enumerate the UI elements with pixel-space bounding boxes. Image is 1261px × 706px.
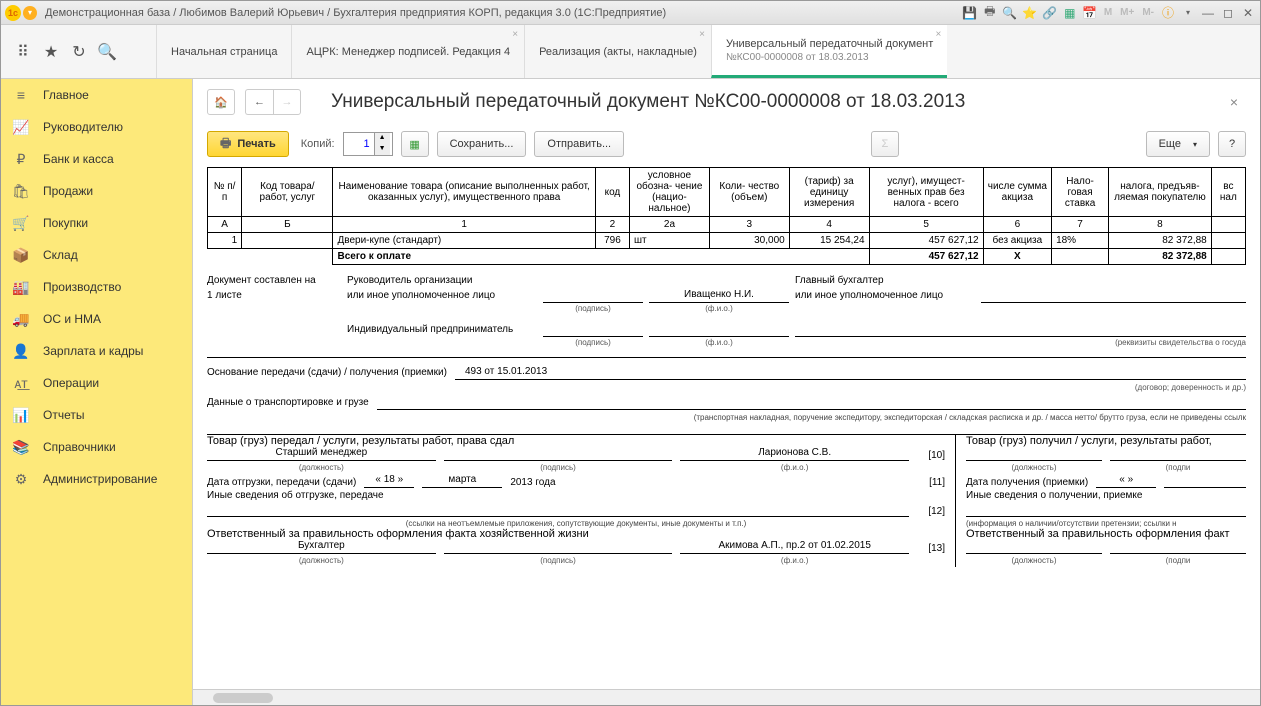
- system-icons: 💾 🖶 🔍 ⭐ 🔗 ▦ 📅 M M+ M- ⓘ ▾ — ◻ ✕: [962, 5, 1256, 21]
- home-button[interactable]: 🏠: [207, 89, 235, 115]
- factory-icon: 🏭: [13, 279, 29, 295]
- sum-button[interactable]: Σ: [871, 131, 899, 157]
- horizontal-scrollbar[interactable]: [193, 689, 1260, 705]
- printer-icon: 🖶: [220, 134, 231, 155]
- sidebar-item-sales[interactable]: 🛍Продажи: [1, 175, 192, 207]
- tab-signature-manager[interactable]: АЦРК: Менеджер подписей. Редакция 4×: [291, 25, 524, 78]
- menu-icon: ≡: [13, 87, 29, 103]
- action-bar: 🖶Печать Копий: ▲▼ ▦ Сохранить... Отправи…: [193, 125, 1260, 163]
- cart-icon: 🛒: [13, 215, 29, 231]
- tab-realization[interactable]: Реализация (акты, накладные)×: [524, 25, 711, 78]
- back-button[interactable]: ←: [245, 89, 273, 115]
- search-icon[interactable]: 🔍: [97, 42, 117, 62]
- info-dropdown[interactable]: ▾: [1180, 5, 1196, 21]
- settings-button[interactable]: ▦: [401, 131, 429, 157]
- truck-icon: 🚚: [13, 311, 29, 327]
- person-icon: 👤: [13, 343, 29, 359]
- sidebar-item-purchases[interactable]: 🛒Покупки: [1, 207, 192, 239]
- app-menu-dropdown[interactable]: ▾: [23, 6, 37, 20]
- sender-block: Товар (груз) передал / услуги, результат…: [207, 435, 956, 567]
- document-title: Универсальный передаточный документ №КС0…: [331, 91, 965, 113]
- document-body: № п/п Код товара/ работ, услуг Наименова…: [193, 163, 1260, 689]
- document-header: 🏠 ← → Универсальный передаточный докумен…: [193, 79, 1260, 125]
- sidebar-item-production[interactable]: 🏭Производство: [1, 271, 192, 303]
- chart-icon: 📈: [13, 119, 29, 135]
- sidebar-item-manager[interactable]: 📈Руководителю: [1, 111, 192, 143]
- forward-button[interactable]: →: [273, 89, 301, 115]
- spin-down-icon[interactable]: ▼: [375, 144, 390, 155]
- operations-icon: ᴀ͟ᴛ: [13, 375, 29, 391]
- star-icon[interactable]: ★: [41, 42, 61, 62]
- maximize-button[interactable]: ◻: [1220, 5, 1236, 21]
- ruble-icon: ₽: [13, 151, 29, 167]
- tab-upd-document[interactable]: Универсальный передаточный документ №КС0…: [711, 25, 947, 78]
- content: 🏠 ← → Универсальный передаточный докумен…: [193, 79, 1260, 705]
- sidebar-item-reports[interactable]: 📊Отчеты: [1, 399, 192, 431]
- calc-icon[interactable]: ▦: [1062, 5, 1078, 21]
- bottom-split: Товар (груз) передал / услуги, результат…: [207, 434, 1246, 567]
- quick-buttons: ⠿ ★ ↻ 🔍: [1, 42, 156, 62]
- window-title: Демонстрационная база / Любимов Валерий …: [45, 7, 962, 19]
- books-icon: 📚: [13, 439, 29, 455]
- info-icon[interactable]: ⓘ: [1160, 5, 1176, 21]
- save-button[interactable]: Сохранить...: [437, 131, 527, 157]
- total-row: Всего к оплате 457 627,12 Х 82 372,88: [208, 249, 1246, 265]
- bag-icon: 🛍: [13, 183, 29, 199]
- m-minus-button[interactable]: M-: [1140, 5, 1156, 21]
- apps-icon[interactable]: ⠿: [13, 42, 33, 62]
- titlebar: 1c ▾ Демонстрационная база / Любимов Вал…: [1, 1, 1260, 25]
- sidebar: ≡Главное 📈Руководителю ₽Банк и касса 🛍Пр…: [1, 79, 193, 705]
- tab-close-icon[interactable]: ×: [512, 29, 518, 40]
- close-button[interactable]: ✕: [1240, 5, 1256, 21]
- report-icon: 📊: [13, 407, 29, 423]
- tabs: Начальная страница АЦРК: Менеджер подпис…: [156, 25, 1260, 78]
- m-button[interactable]: M: [1102, 5, 1114, 21]
- sidebar-item-hr[interactable]: 👤Зарплата и кадры: [1, 335, 192, 367]
- sidebar-item-admin[interactable]: ⚙Администрирование: [1, 463, 192, 495]
- transfer-basis: Основание передачи (сдачи) / получения (…: [207, 357, 1246, 424]
- save-icon[interactable]: 💾: [962, 5, 978, 21]
- table-icon: ▦: [409, 138, 419, 151]
- sidebar-item-bank[interactable]: ₽Банк и касса: [1, 143, 192, 175]
- top-toolbar: ⠿ ★ ↻ 🔍 Начальная страница АЦРК: Менедже…: [1, 25, 1260, 79]
- send-button[interactable]: Отправить...: [534, 131, 624, 157]
- m-plus-button[interactable]: M+: [1118, 5, 1136, 21]
- copies-input[interactable]: [344, 133, 374, 155]
- link-icon[interactable]: 🔗: [1042, 5, 1058, 21]
- tab-start-page[interactable]: Начальная страница: [156, 25, 291, 78]
- find-icon[interactable]: 🔍: [1002, 5, 1018, 21]
- sidebar-item-warehouse[interactable]: 📦Склад: [1, 239, 192, 271]
- sidebar-item-references[interactable]: 📚Справочники: [1, 431, 192, 463]
- table-row: 1 Двери-купе (стандарт) 796 шт 30,000 15…: [208, 233, 1246, 249]
- tab-close-icon[interactable]: ×: [699, 29, 705, 40]
- sidebar-item-assets[interactable]: 🚚ОС и НМА: [1, 303, 192, 335]
- history-icon[interactable]: ↻: [69, 42, 89, 62]
- close-document-button[interactable]: ×: [1222, 90, 1246, 114]
- main: ≡Главное 📈Руководителю ₽Банк и касса 🛍Пр…: [1, 79, 1260, 705]
- calendar-icon[interactable]: 📅: [1082, 5, 1098, 21]
- print-button[interactable]: 🖶Печать: [207, 131, 289, 157]
- print-icon[interactable]: 🖶: [982, 5, 998, 21]
- gear-icon: ⚙: [13, 471, 29, 487]
- items-table: № п/п Код товара/ работ, услуг Наименова…: [207, 167, 1246, 265]
- sidebar-item-operations[interactable]: ᴀ͟ᴛОперации: [1, 367, 192, 399]
- box-icon: 📦: [13, 247, 29, 263]
- favorite-icon[interactable]: ⭐: [1022, 5, 1038, 21]
- receiver-block: Товар (груз) получил / услуги, результат…: [956, 435, 1246, 567]
- copies-spinner[interactable]: ▲▼: [343, 132, 393, 156]
- spin-up-icon[interactable]: ▲: [375, 133, 390, 144]
- tab-close-icon[interactable]: ×: [935, 29, 941, 40]
- help-button[interactable]: ?: [1218, 131, 1246, 157]
- signature-block: Документ составлен на 1 листе Руководите…: [207, 273, 1246, 349]
- more-button[interactable]: Еще▾: [1146, 131, 1210, 157]
- minimize-button[interactable]: —: [1200, 5, 1216, 21]
- sidebar-item-main[interactable]: ≡Главное: [1, 79, 192, 111]
- copies-label: Копий:: [301, 138, 335, 150]
- app-logo-icon: 1c: [5, 5, 21, 21]
